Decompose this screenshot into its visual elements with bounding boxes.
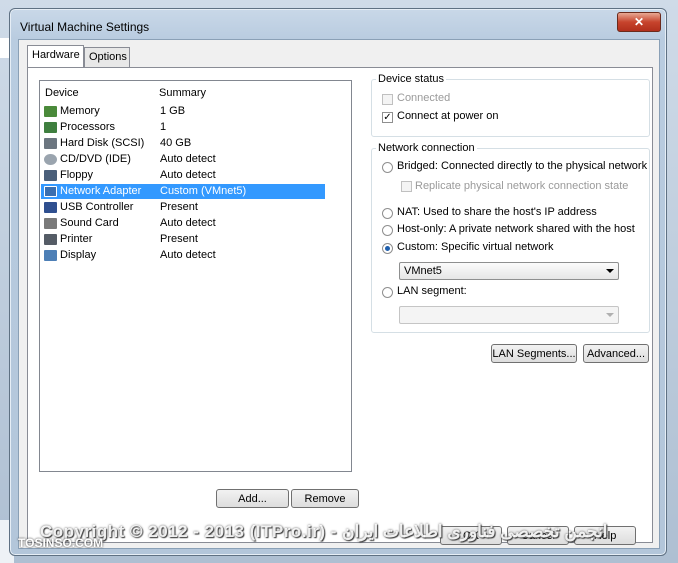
add-button[interactable]: Add... — [216, 489, 289, 508]
device-name: USB Controller — [60, 201, 134, 213]
device-status-title: Device status — [376, 73, 447, 85]
cd-dvd-icon — [44, 154, 57, 165]
copyright-watermark: Copyright © 2012 - 2013 (ITPro.ir) - انج… — [40, 522, 608, 541]
nat-label: NAT: Used to share the host's IP address — [397, 206, 597, 218]
device-row-memory[interactable]: Memory 1 GB — [41, 104, 325, 119]
lan-segment-radio[interactable] — [382, 287, 393, 298]
connected-checkbox[interactable] — [382, 94, 393, 105]
hardware-tab-panel: Device Summary Memory 1 GB Processors 1 … — [27, 67, 653, 543]
dialog-client-area: Hardware Options Device Summary Memory 1… — [18, 39, 660, 549]
custom-network-dropdown[interactable]: VMnet5 — [399, 262, 619, 280]
device-row-usb-controller[interactable]: USB Controller Present — [41, 200, 325, 215]
network-connection-title: Network connection — [376, 142, 477, 154]
device-row-cd-dvd[interactable]: CD/DVD (IDE) Auto detect — [41, 152, 325, 167]
connect-at-power-on-checkbox[interactable]: ✓ — [382, 112, 393, 123]
lan-segment-dropdown[interactable] — [399, 306, 619, 324]
device-summary: Present — [160, 233, 198, 245]
network-connection-group: Network connection Bridged: Connected di… — [371, 142, 650, 333]
device-name: Memory — [60, 105, 100, 117]
connected-label: Connected — [397, 92, 451, 104]
device-row-sound-card[interactable]: Sound Card Auto detect — [41, 216, 325, 231]
column-header-summary[interactable]: Summary — [159, 87, 206, 99]
device-name: CD/DVD (IDE) — [60, 153, 131, 165]
device-summary: Auto detect — [160, 249, 216, 261]
chevron-down-icon — [606, 313, 614, 317]
bridged-label: Bridged: Connected directly to the physi… — [397, 160, 648, 172]
custom-label: Custom: Specific virtual network — [397, 241, 554, 253]
device-row-printer[interactable]: Printer Present — [41, 232, 325, 247]
device-row-floppy[interactable]: Floppy Auto detect — [41, 168, 325, 183]
device-name: Hard Disk (SCSI) — [60, 137, 145, 149]
device-row-processors[interactable]: Processors 1 — [41, 120, 325, 135]
device-row-network-adapter[interactable]: Network Adapter Custom (VMnet5) — [41, 184, 325, 199]
device-name: Sound Card — [60, 217, 119, 229]
custom-network-value: VMnet5 — [404, 265, 442, 277]
host-only-radio[interactable] — [382, 225, 393, 236]
custom-radio[interactable] — [382, 243, 393, 254]
device-name: Display — [60, 249, 97, 261]
device-name: Processors — [60, 121, 116, 133]
device-summary: Present — [160, 201, 198, 213]
device-summary: Auto detect — [160, 169, 216, 181]
usb-icon — [44, 202, 57, 213]
remove-button[interactable]: Remove — [291, 489, 359, 508]
device-summary: Auto detect — [160, 217, 216, 229]
printer-icon — [44, 234, 57, 245]
advanced-button[interactable]: Advanced... — [583, 344, 649, 363]
device-name: Floppy — [60, 169, 94, 181]
device-list[interactable]: Device Summary Memory 1 GB Processors 1 … — [39, 80, 352, 472]
nat-radio[interactable] — [382, 208, 393, 219]
tab-hardware[interactable]: Hardware — [27, 45, 84, 67]
display-icon — [44, 250, 57, 261]
title-bar[interactable]: Virtual Machine Settings ✕ — [10, 9, 666, 39]
hard-disk-icon — [44, 138, 57, 149]
bridged-radio[interactable] — [382, 162, 393, 173]
tab-options[interactable]: Options — [84, 47, 130, 67]
site-watermark: TOSINSO.COM — [18, 536, 104, 550]
floppy-icon — [44, 170, 57, 181]
sound-card-icon — [44, 218, 57, 229]
device-summary: 40 GB — [160, 137, 192, 149]
memory-icon — [44, 106, 57, 117]
processor-icon — [44, 122, 57, 133]
replicate-label: Replicate physical network connection st… — [415, 180, 629, 192]
device-name: Network Adapter — [60, 185, 142, 197]
host-only-label: Host-only: A private network shared with… — [397, 223, 635, 235]
lan-segments-button[interactable]: LAN Segments... — [491, 344, 577, 363]
device-row-display[interactable]: Display Auto detect — [41, 248, 325, 263]
lan-segment-label: LAN segment: — [397, 285, 467, 297]
settings-dialog: Virtual Machine Settings ✕ Hardware Opti… — [9, 8, 667, 556]
column-header-device[interactable]: Device — [45, 87, 79, 99]
dialog-title: Virtual Machine Settings — [20, 20, 150, 34]
device-summary: 1 GB — [160, 105, 186, 117]
device-summary: 1 — [160, 121, 167, 133]
device-row-hard-disk[interactable]: Hard Disk (SCSI) 40 GB — [41, 136, 325, 151]
close-button[interactable]: ✕ — [617, 12, 661, 32]
device-status-group: Device status Connected ✓ Connect at pow… — [371, 73, 650, 137]
connect-at-power-on-label: Connect at power on — [397, 110, 499, 122]
device-summary: Auto detect — [160, 153, 216, 165]
device-summary: Custom (VMnet5) — [160, 185, 247, 197]
replicate-checkbox[interactable] — [401, 181, 412, 192]
device-name: Printer — [60, 233, 93, 245]
chevron-down-icon — [606, 269, 614, 273]
network-adapter-icon — [44, 186, 57, 197]
